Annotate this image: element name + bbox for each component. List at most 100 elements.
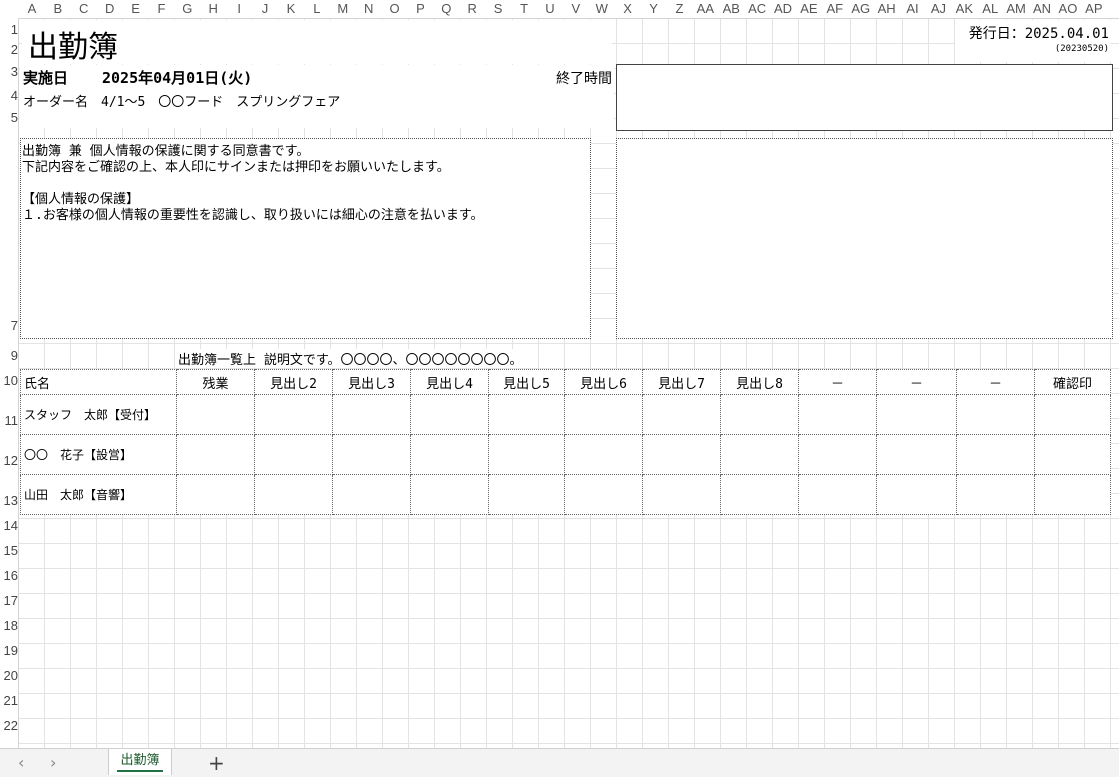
column-header-b[interactable]: B	[45, 0, 71, 18]
column-header-ab[interactable]: AB	[718, 0, 744, 18]
table-cell[interactable]	[876, 394, 957, 435]
column-header-w[interactable]: W	[589, 0, 615, 18]
row-header-20[interactable]: 20	[0, 668, 18, 683]
column-header-al[interactable]: AL	[977, 0, 1003, 18]
column-header-ah[interactable]: AH	[874, 0, 900, 18]
table-cell[interactable]	[956, 474, 1035, 515]
column-header-d[interactable]: D	[97, 0, 123, 18]
column-header-ao[interactable]: AO	[1055, 0, 1081, 18]
table-cell[interactable]	[332, 474, 411, 515]
table-cell[interactable]	[720, 474, 799, 515]
row-header-16[interactable]: 16	[0, 568, 18, 583]
end-time-box[interactable]	[616, 64, 1113, 131]
table-cell[interactable]	[956, 394, 1035, 435]
row-header-12[interactable]: 12	[0, 453, 18, 468]
sheet-tab-active[interactable]: 出勤簿	[108, 749, 172, 775]
table-cell[interactable]	[798, 434, 877, 475]
table-cell[interactable]	[798, 394, 877, 435]
column-header-i[interactable]: I	[226, 0, 252, 18]
staff-name[interactable]: 〇〇 花子【設営】	[20, 434, 177, 475]
row-header-13[interactable]: 13	[0, 493, 18, 508]
column-header-ad[interactable]: AD	[770, 0, 796, 18]
table-cell[interactable]	[876, 474, 957, 515]
table-cell[interactable]	[488, 434, 565, 475]
add-sheet-button[interactable]: +	[208, 751, 225, 775]
column-header-u[interactable]: U	[537, 0, 563, 18]
table-cell[interactable]	[1034, 434, 1111, 475]
prev-sheet-icon[interactable]: ‹	[18, 753, 24, 772]
row-header-9[interactable]: 9	[0, 348, 18, 363]
row-header-2[interactable]: 2	[0, 42, 18, 57]
table-cell[interactable]	[720, 394, 799, 435]
column-header-ag[interactable]: AG	[848, 0, 874, 18]
table-cell[interactable]	[332, 394, 411, 435]
table-cell[interactable]	[176, 434, 255, 475]
table-cell[interactable]	[564, 394, 643, 435]
column-header-r[interactable]: R	[459, 0, 485, 18]
table-cell[interactable]	[410, 474, 489, 515]
staff-name[interactable]: 山田 太郎【音響】	[20, 474, 177, 515]
column-header-o[interactable]: O	[382, 0, 408, 18]
column-header-j[interactable]: J	[252, 0, 278, 18]
row-header-11[interactable]: 11	[0, 413, 19, 428]
column-header-q[interactable]: Q	[433, 0, 459, 18]
table-cell[interactable]	[642, 474, 721, 515]
column-header-ak[interactable]: AK	[951, 0, 977, 18]
table-cell[interactable]	[564, 434, 643, 475]
column-header-aj[interactable]: AJ	[926, 0, 952, 18]
row-header-3[interactable]: 3	[0, 64, 18, 79]
table-cell[interactable]	[176, 394, 255, 435]
row-header-4[interactable]: 4	[0, 88, 18, 103]
table-cell[interactable]	[488, 474, 565, 515]
table-cell[interactable]	[488, 394, 565, 435]
column-header-af[interactable]: AF	[822, 0, 848, 18]
row-header-18[interactable]: 18	[0, 618, 18, 633]
table-cell[interactable]	[720, 434, 799, 475]
table-cell[interactable]	[254, 474, 333, 515]
column-header-ap[interactable]: AP	[1081, 0, 1107, 18]
table-cell[interactable]	[1034, 394, 1111, 435]
column-header-k[interactable]: K	[278, 0, 304, 18]
signature-box[interactable]	[616, 138, 1113, 339]
column-header-ae[interactable]: AE	[796, 0, 822, 18]
row-header-5[interactable]: 5	[0, 110, 18, 125]
column-header-m[interactable]: M	[330, 0, 356, 18]
column-header-t[interactable]: T	[511, 0, 537, 18]
column-header-v[interactable]: V	[563, 0, 589, 18]
column-header-p[interactable]: P	[408, 0, 434, 18]
column-header-a[interactable]: A	[19, 0, 45, 18]
column-header-y[interactable]: Y	[641, 0, 667, 18]
row-header-22[interactable]: 22	[0, 718, 18, 733]
row-header-17[interactable]: 17	[0, 593, 18, 608]
row-header-7[interactable]: 7	[0, 318, 18, 333]
table-cell[interactable]	[332, 434, 411, 475]
table-cell[interactable]	[410, 434, 489, 475]
row-header-10[interactable]: 10	[0, 373, 18, 388]
row-header-15[interactable]: 15	[0, 543, 18, 558]
table-cell[interactable]	[564, 474, 643, 515]
column-header-ai[interactable]: AI	[900, 0, 926, 18]
row-header-19[interactable]: 19	[0, 643, 18, 658]
next-sheet-icon[interactable]: ›	[50, 753, 56, 772]
table-cell[interactable]	[956, 434, 1035, 475]
table-cell[interactable]	[1034, 474, 1111, 515]
staff-name[interactable]: スタッフ 太郎【受付】	[20, 394, 177, 435]
column-header-ac[interactable]: AC	[744, 0, 770, 18]
column-header-f[interactable]: F	[149, 0, 175, 18]
row-header-1[interactable]: 1	[0, 22, 18, 37]
table-cell[interactable]	[176, 474, 255, 515]
table-cell[interactable]	[254, 394, 333, 435]
column-header-l[interactable]: L	[304, 0, 330, 18]
table-cell[interactable]	[642, 394, 721, 435]
table-cell[interactable]	[798, 474, 877, 515]
column-header-z[interactable]: Z	[667, 0, 693, 18]
table-cell[interactable]	[642, 434, 721, 475]
column-header-n[interactable]: N	[356, 0, 382, 18]
column-header-g[interactable]: G	[174, 0, 200, 18]
column-header-am[interactable]: AM	[1003, 0, 1029, 18]
column-header-c[interactable]: C	[71, 0, 97, 18]
column-header-aa[interactable]: AA	[692, 0, 718, 18]
table-cell[interactable]	[254, 434, 333, 475]
column-header-e[interactable]: E	[123, 0, 149, 18]
table-cell[interactable]	[410, 394, 489, 435]
